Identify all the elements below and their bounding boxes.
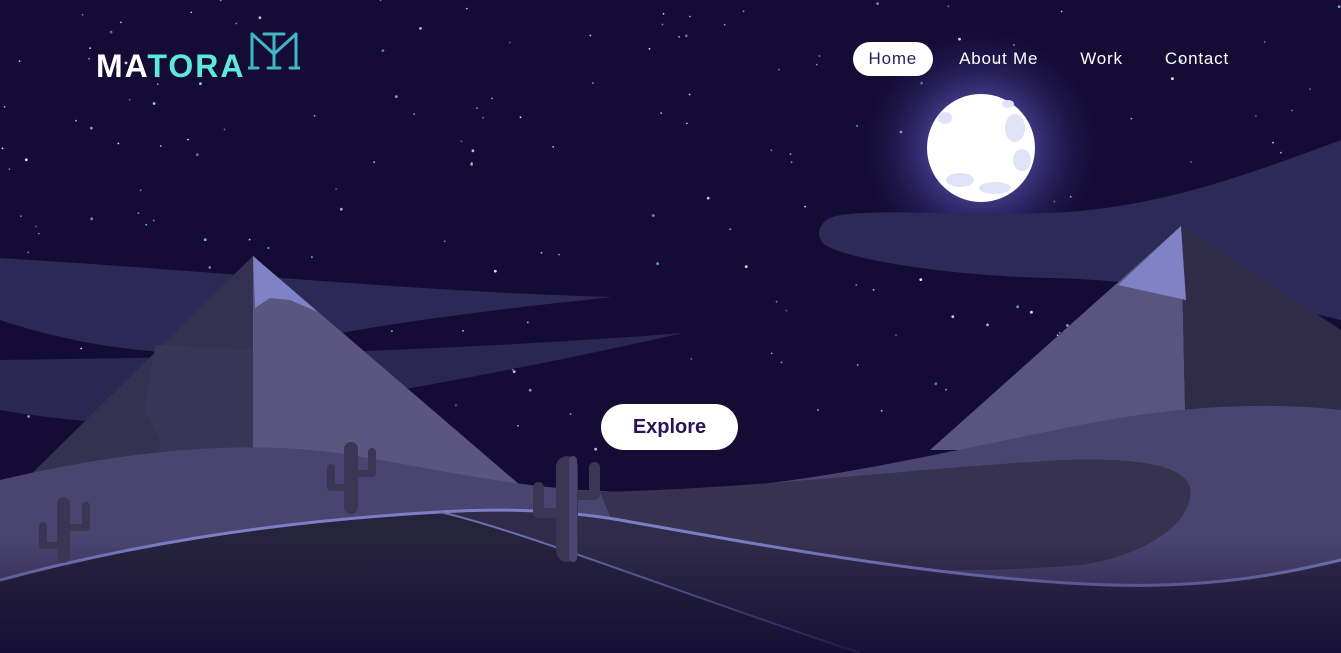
star: [729, 228, 732, 231]
star: [775, 300, 778, 303]
star: [1190, 161, 1193, 163]
star: [512, 370, 516, 374]
ground-fade: [0, 540, 1341, 653]
star: [517, 424, 519, 427]
star: [789, 153, 792, 156]
top-navigation-bar: MATORA Home About Me Work Contact: [0, 0, 1341, 120]
star: [267, 247, 270, 249]
star: [35, 225, 37, 228]
star: [690, 358, 693, 360]
star: [339, 207, 343, 211]
star: [855, 284, 858, 286]
star: [471, 149, 475, 153]
star: [139, 189, 142, 192]
nav-item-about-me[interactable]: About Me: [943, 42, 1054, 76]
star: [706, 196, 710, 200]
star: [651, 214, 655, 217]
star: [117, 142, 120, 145]
star: [187, 138, 189, 141]
star: [872, 288, 875, 291]
star: [248, 238, 251, 241]
star: [780, 361, 783, 364]
star: [462, 329, 464, 332]
landing-page: MATORA Home About Me Work Contact Explor…: [0, 0, 1341, 653]
star: [75, 119, 77, 122]
star: [856, 364, 859, 366]
star: [526, 321, 529, 324]
star: [460, 140, 463, 143]
star: [558, 253, 560, 256]
star: [880, 409, 883, 412]
star: [540, 251, 543, 254]
star: [770, 149, 773, 152]
star: [934, 382, 938, 386]
star: [770, 352, 773, 355]
star: [790, 161, 793, 164]
star: [945, 388, 947, 391]
star: [528, 388, 532, 392]
star: [804, 205, 806, 208]
star: [785, 309, 788, 312]
star: [493, 269, 497, 273]
nav-item-home[interactable]: Home: [852, 42, 934, 76]
star: [1, 147, 4, 150]
star: [8, 168, 11, 171]
brand-logo[interactable]: MATORA: [96, 32, 300, 86]
star: [223, 128, 226, 131]
main-nav: Home About Me Work Contact: [852, 42, 1245, 76]
star: [1058, 331, 1061, 334]
star: [27, 251, 30, 254]
star: [159, 145, 162, 147]
star: [391, 330, 393, 332]
star: [1280, 151, 1282, 154]
star: [511, 368, 514, 371]
star: [443, 240, 446, 243]
star: [856, 125, 858, 127]
explore-button[interactable]: Explore: [601, 404, 738, 450]
star: [80, 347, 83, 350]
star: [152, 219, 155, 222]
star: [373, 161, 376, 164]
star: [1030, 310, 1033, 314]
star: [195, 153, 199, 157]
star: [1066, 324, 1069, 327]
star: [90, 217, 94, 221]
star: [470, 162, 473, 164]
star: [20, 215, 22, 218]
star: [203, 238, 207, 242]
nav-item-contact[interactable]: Contact: [1149, 42, 1245, 76]
star: [744, 265, 748, 268]
monogram-icon: [248, 32, 300, 70]
star: [1272, 141, 1274, 144]
nav-item-work[interactable]: Work: [1064, 42, 1139, 76]
star: [24, 158, 28, 162]
star: [986, 323, 989, 327]
star: [594, 447, 598, 451]
star: [208, 266, 212, 269]
star: [145, 223, 148, 226]
star: [919, 278, 923, 281]
star: [335, 188, 337, 190]
brand-wordmark: MATORA: [96, 48, 245, 84]
star: [895, 334, 897, 336]
star: [951, 315, 955, 319]
star: [37, 232, 40, 235]
star: [455, 404, 457, 407]
star: [569, 413, 572, 415]
star: [817, 409, 819, 411]
star: [27, 415, 30, 418]
star: [1016, 305, 1020, 309]
brand-name-part2: TORA: [147, 48, 246, 84]
star: [137, 212, 140, 215]
star: [686, 122, 688, 125]
star: [552, 145, 555, 148]
star: [90, 126, 93, 130]
star: [656, 262, 659, 265]
brand-name-part1: MA: [96, 48, 148, 84]
star: [311, 256, 313, 258]
